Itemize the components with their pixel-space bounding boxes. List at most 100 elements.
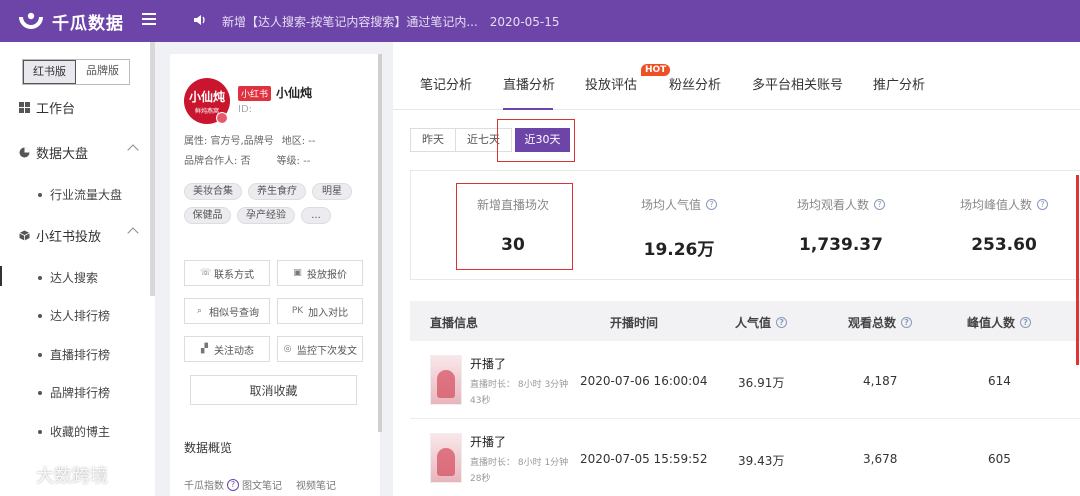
sidebar-item-talent-search[interactable]: 达人搜索 xyxy=(0,266,155,286)
tabs-bar: 笔记分析 直播分析 投放评估 粉丝分析 多平台相关账号 推广分析 HOT xyxy=(393,42,1080,110)
similar-search-button[interactable]: ⌕ 相似号查询 xyxy=(184,298,270,324)
contact-button[interactable]: ☏ 联系方式 xyxy=(184,260,270,286)
stat-label: 场均峰值人数? xyxy=(924,196,1080,213)
help-icon[interactable]: ? xyxy=(776,317,788,328)
profile-tag[interactable]: 明星 xyxy=(312,183,352,200)
tab-promotion-analysis[interactable]: 推广分析 xyxy=(873,74,925,93)
section-title-overview: 数据概览 xyxy=(184,441,233,455)
tab-live-analysis[interactable]: 直播分析 xyxy=(503,74,555,93)
help-icon[interactable]: ? xyxy=(874,199,885,210)
live-thumbnail[interactable] xyxy=(430,433,462,483)
profile-tag[interactable]: 美妆合集 xyxy=(184,183,242,200)
avatar-text: 小仙炖 xyxy=(188,89,225,104)
help-icon[interactable]: ? xyxy=(901,317,913,328)
phone-icon: ☏ xyxy=(200,267,212,278)
live-thumbnail[interactable] xyxy=(430,355,462,405)
live-duration: 直播时长： 8小时 1分钟 28秒 xyxy=(470,458,569,484)
sidebar-item-label: 达人排行榜 xyxy=(50,309,111,323)
table-row[interactable]: 开播了 直播时长： 8小时 3分钟 43秒 2020-07-06 16:00:0… xyxy=(410,341,1080,419)
column-header-text: 峰值人数 xyxy=(967,316,1016,330)
avatar-subtext: 鲜炖燕窝 xyxy=(194,107,219,115)
button-label: 加入对比 xyxy=(308,307,349,319)
sidebar-item-favorites[interactable]: 收藏的博主 xyxy=(0,423,155,440)
table-row[interactable]: 开播了 直播时长： 8小时 1分钟 28秒 2020-07-05 15:59:5… xyxy=(410,419,1080,496)
monitor-next-post-button[interactable]: ◎ 监控下次发文 xyxy=(277,336,363,362)
top-bar: 千瓜数据 新增【达人搜索-按笔记内容搜索】通过笔记内... 2020-05-15 xyxy=(0,0,1080,42)
grid-icon xyxy=(19,101,30,113)
tab-note-analysis[interactable]: 笔记分析 xyxy=(420,74,472,93)
live-peak: 605 xyxy=(988,452,1011,466)
watermark-icon xyxy=(8,464,30,486)
main-scrollbar[interactable] xyxy=(1076,175,1079,365)
column-header-text: 人气值 xyxy=(735,316,772,330)
column-header: 峰值人数? xyxy=(967,314,1032,331)
notice-text: 新增【达人搜索-按笔记内容搜索】通过笔记内... xyxy=(222,15,478,29)
column-header: 观看总数? xyxy=(848,314,913,331)
tab-related-accounts[interactable]: 多平台相关账号 xyxy=(752,74,843,93)
live-title[interactable]: 开播了 xyxy=(470,433,506,450)
table-header: 直播信息 开播时间 人气值? 观看总数? 峰值人数? xyxy=(410,301,1080,341)
column-header: 直播信息 xyxy=(430,316,479,330)
profile-id: ID: xyxy=(238,104,253,115)
platform-tag: 小红书 xyxy=(238,86,272,101)
sidebar-item-live-rank[interactable]: 直播排行榜 xyxy=(0,346,155,363)
tab-ad-evaluation[interactable]: 投放评估 xyxy=(585,74,637,93)
tab-fan-analysis[interactable]: 粉丝分析 xyxy=(669,74,721,93)
watermark: 大数跨境 xyxy=(8,462,108,488)
sidebar-item-brand-rank[interactable]: 品牌排行榜 xyxy=(0,384,155,401)
stat-value: 253.60 xyxy=(971,235,1037,255)
sidebar-item-industry-traffic[interactable]: 行业流量大盘 xyxy=(0,186,155,203)
profile-attr: 属性: 官方号,品牌号 xyxy=(184,136,274,147)
live-start-time: 2020-07-06 16:00:04 xyxy=(580,374,708,388)
profile-tag[interactable]: 孕产经验 xyxy=(237,207,295,224)
live-views: 4,187 xyxy=(863,374,898,388)
sidebar-item-label: 达人搜索 xyxy=(50,271,99,285)
version-tab-brand[interactable]: 品牌版 xyxy=(76,60,129,84)
live-title[interactable]: 开播了 xyxy=(470,355,506,372)
help-icon[interactable]: ? xyxy=(227,478,239,491)
logo[interactable]: 千瓜数据 xyxy=(18,8,124,34)
profile-tag-more[interactable]: ... xyxy=(301,207,331,224)
column-header-text: 观看总数 xyxy=(848,316,897,330)
help-icon[interactable]: ? xyxy=(1020,317,1032,328)
button-label: 监控下次发文 xyxy=(297,345,357,357)
sidebar-item-label: 品牌排行榜 xyxy=(50,386,111,400)
profile-meta-row-2: 品牌合作人: 否 等级: -- xyxy=(184,152,318,167)
profile-scrollbar[interactable] xyxy=(378,54,382,432)
ad-quote-button[interactable]: ▣ 投放报价 xyxy=(277,260,363,286)
sidebar-item-dashboard[interactable]: 数据大盘 xyxy=(0,142,155,162)
logo-icon xyxy=(19,12,43,29)
sidebar-item-label: 数据大盘 xyxy=(36,146,89,162)
range-yesterday[interactable]: 昨天 xyxy=(410,128,456,152)
profile-tag[interactable]: 保健品 xyxy=(184,207,231,224)
help-icon[interactable]: ? xyxy=(706,199,717,210)
notice[interactable]: 新增【达人搜索-按笔记内容搜索】通过笔记内... 2020-05-15 xyxy=(222,13,560,30)
sidebar-item-talent-rank[interactable]: 达人排行榜 xyxy=(0,307,155,324)
version-tab-red[interactable]: 红书版 xyxy=(23,60,76,84)
sidebar-item-label: 小红书投放 xyxy=(36,229,102,245)
active-tab-indicator xyxy=(503,108,553,110)
menu-toggle-icon[interactable] xyxy=(142,13,156,27)
sidebar-item-workbench[interactable]: 工作台 xyxy=(0,97,155,117)
speaker-icon xyxy=(194,15,205,25)
button-label: 相似号查询 xyxy=(209,307,259,319)
profile-level: 等级: -- xyxy=(276,156,311,167)
sidebar-scrollbar[interactable] xyxy=(150,42,155,296)
overview-row: 千瓜指数 ? 图文笔记 视频笔记 xyxy=(184,477,336,492)
follow-updates-button[interactable]: ▞ 关注动态 xyxy=(184,336,270,362)
profile-tag[interactable]: 养生食疗 xyxy=(248,183,306,200)
live-popularity: 36.91万 xyxy=(738,376,785,390)
notice-date: 2020-05-15 xyxy=(489,15,560,29)
stat-label: 场均人气值? xyxy=(599,196,759,213)
sidebar-item-label: 行业流量大盘 xyxy=(50,188,123,202)
sidebar-item-xhs-ads[interactable]: 小红书投放 xyxy=(0,225,155,245)
highlight-box-stat xyxy=(456,183,573,270)
button-label: 投放报价 xyxy=(307,269,347,281)
live-peak: 614 xyxy=(988,374,1011,388)
stat-value: 19.26万 xyxy=(643,240,715,260)
help-icon[interactable]: ? xyxy=(1037,199,1048,210)
add-compare-button[interactable]: PK 加入对比 xyxy=(277,298,363,324)
unfavorite-button[interactable]: 取消收藏 xyxy=(190,375,357,405)
column-header: 开播时间 xyxy=(610,316,659,330)
button-label: 联系方式 xyxy=(214,269,254,281)
